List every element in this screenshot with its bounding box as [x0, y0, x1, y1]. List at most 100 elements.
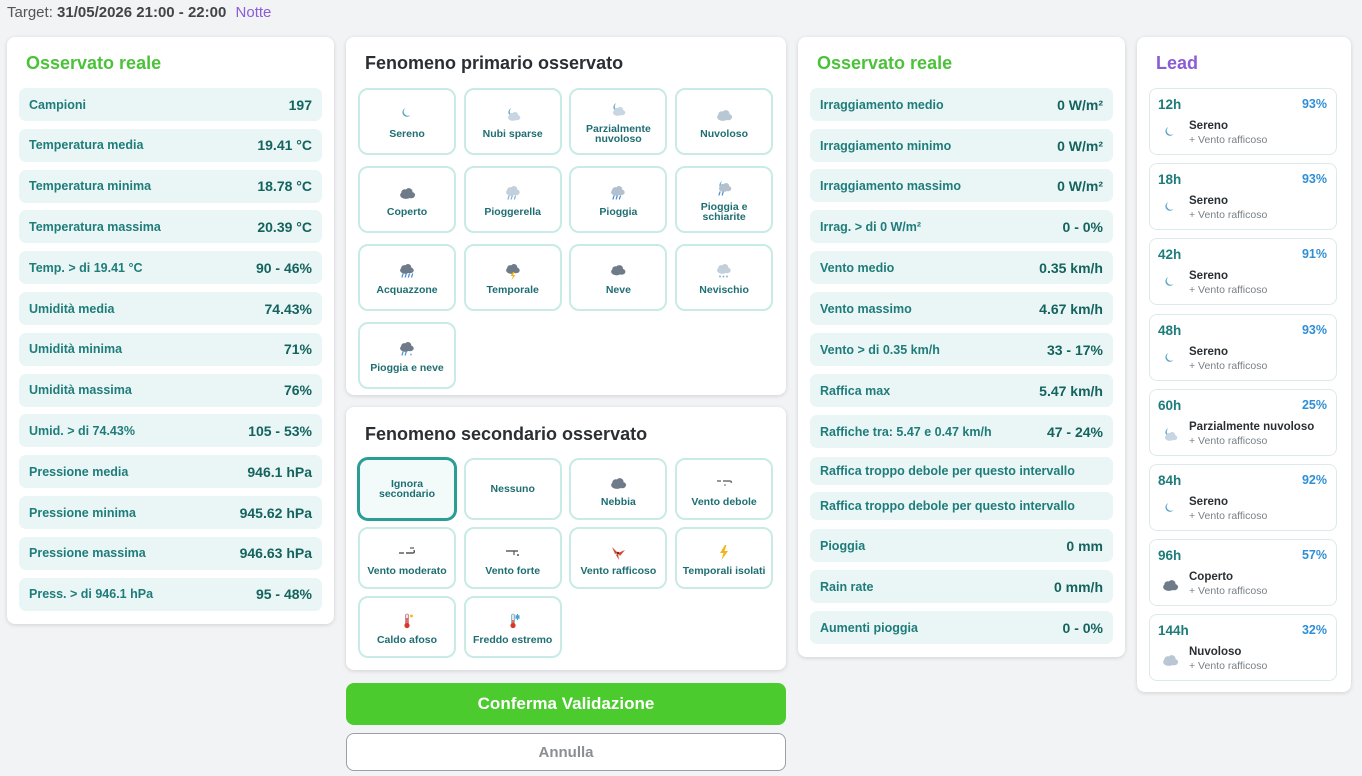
- fog-icon: [607, 472, 629, 494]
- phenomenon-tile-parzialmente-nuvoloso[interactable]: Parzialmente nuvoloso: [569, 88, 668, 155]
- lead-probability: 93%: [1301, 172, 1327, 187]
- lead-secondary: + Vento rafficoso: [1189, 284, 1268, 297]
- phenomenon-tile-pioggia-e-schiarite[interactable]: Pioggia e schiarite: [675, 166, 774, 233]
- stat-label: Pressione minima: [29, 505, 136, 520]
- lead-probability: 93%: [1301, 322, 1327, 337]
- stat-value: 0 - 0%: [1062, 619, 1103, 636]
- phenomenon-tile-sereno[interactable]: Sereno: [358, 88, 456, 155]
- lead-phenomenon: Sereno: [1189, 120, 1228, 132]
- phenomenon-tile-nevischio[interactable]: Nevischio: [675, 244, 774, 311]
- stat-row-irraggiamento-massimo: Irraggiamento massimo 0 W/m²: [810, 169, 1113, 202]
- phenomenon-tile-label: Vento moderato: [367, 564, 447, 577]
- stat-row-temp-di-19-41-c: Temp. > di 19.41 °C 90 - 46%: [19, 251, 322, 285]
- stat-label: Temperatura massima: [29, 219, 161, 234]
- phenomenon-tile-ignora-secondario[interactable]: Ignora secondario: [358, 458, 456, 520]
- phenomenon-tile-neve[interactable]: Neve: [569, 244, 668, 311]
- lead-probability: 93%: [1301, 97, 1327, 111]
- stat-label: Irraggiamento medio: [820, 97, 944, 112]
- lead-card: Lead 12h 93% Sereno + Vento rafficoso 18h 93%…: [1137, 37, 1351, 692]
- phenomenon-tile-pioggerella[interactable]: Pioggerella: [463, 166, 562, 233]
- stat-value: 95 - 48%: [255, 586, 312, 603]
- target-label: Target:: [7, 4, 53, 21]
- cloud-icon: [713, 104, 735, 126]
- sleet-icon: [713, 260, 735, 282]
- phenomenon-tile-label: Pioggerella: [484, 206, 541, 218]
- lead-item-96h: 96h 57% Coperto + Vento rafficoso: [1149, 539, 1337, 607]
- stat-value: 197: [288, 96, 312, 113]
- target-line: Target: 31/05/2026 21:00 - 22:00 Notte: [7, 4, 271, 21]
- phenomenon-tile-label: Ignora secondario: [378, 478, 436, 500]
- phenomenon-tile-nebbia[interactable]: Nebbia: [569, 458, 668, 520]
- phenomenon-tile-nubi-sparse[interactable]: Nubi sparse: [463, 88, 562, 155]
- phenomenon-tile-vento-rafficoso[interactable]: Vento rafficoso: [569, 527, 668, 589]
- lead-item-12h: 12h 93% Sereno + Vento rafficoso: [1149, 88, 1337, 155]
- phenomenon-tile-pioggia-e-neve[interactable]: Pioggia e neve: [358, 322, 456, 389]
- phenomenon-tile-vento-forte[interactable]: Vento forte: [463, 527, 562, 589]
- phenomenon-tile-vento-moderato[interactable]: Vento moderato: [358, 527, 456, 589]
- confirm-validation-button[interactable]: Conferma Validazione: [346, 683, 786, 725]
- stat-row-vento-medio: Vento medio 0.35 km/h: [810, 251, 1113, 284]
- lead-hours: 42h: [1158, 247, 1182, 263]
- stat-value: 47 - 24%: [1046, 423, 1103, 440]
- cloud-icon: [1160, 652, 1180, 668]
- stat-label: Umid. > di 74.43%: [29, 423, 135, 438]
- phenomenon-tile-freddo-estremo[interactable]: Freddo estremo: [463, 596, 562, 658]
- lead-phenomenon: Coperto: [1189, 571, 1234, 584]
- stat-row-pressione-media: Pressione media 946.1 hPa: [19, 455, 322, 489]
- stat-label: Press. > di 946.1 hPa: [29, 587, 154, 602]
- cancel-button[interactable]: Annulla: [346, 733, 786, 771]
- thunderstorm-icon: [502, 260, 524, 282]
- stat-label: Vento massimo: [820, 301, 912, 316]
- phenomenon-tile-caldo-afoso[interactable]: Caldo afoso: [358, 596, 456, 658]
- phenomenon-tile-temporale[interactable]: Temporale: [463, 244, 562, 311]
- phenomenon-tile-pioggia[interactable]: Pioggia: [569, 166, 668, 233]
- stat-value: 0 W/m²: [1057, 137, 1103, 154]
- stat-label: Temperatura minima: [29, 179, 152, 194]
- lead-item-18h: 18h 93% Sereno + Vento rafficoso: [1149, 163, 1337, 231]
- stat-label: Raffiche tra: 5.47 e 0.47 km/h: [820, 424, 992, 439]
- stat-value: 33 - 17%: [1046, 341, 1103, 358]
- phenomenon-tile-nuvoloso[interactable]: Nuvoloso: [675, 88, 774, 155]
- stat-label: Pressione media: [29, 464, 129, 479]
- heavy-rain-icon: [396, 260, 418, 282]
- stat-row-irraggiamento-minimo: Irraggiamento minimo 0 W/m²: [810, 129, 1113, 162]
- stat-value: 0 mm/h: [1053, 578, 1103, 595]
- stat-label: Vento medio: [820, 260, 895, 275]
- stat-label: Umidità massima: [29, 383, 132, 398]
- stat-value: 5.47 km/h: [1039, 382, 1103, 399]
- stat-label: Raffica max: [820, 383, 891, 398]
- lead-secondary: + Vento rafficoso: [1189, 585, 1268, 598]
- lead-secondary: + Vento rafficoso: [1189, 134, 1268, 146]
- dark-cloud-icon: [1160, 577, 1180, 593]
- stat-row-raffica-troppo-debole-per-questo-intervallo: Raffica troppo debole per questo interva…: [810, 457, 1113, 485]
- rain-snow-icon: [396, 338, 418, 360]
- lead-hours: 48h: [1158, 322, 1182, 338]
- phenomenon-tile-temporali-isolati[interactable]: Temporali isolati: [675, 527, 774, 589]
- moon-icon: [1160, 126, 1180, 142]
- stat-label: Vento > di 0.35 km/h: [820, 342, 940, 357]
- moon-cloud-icon: [607, 99, 629, 121]
- lead-phenomenon: Nuvoloso: [1189, 646, 1242, 659]
- stat-label: Raffica troppo debole per questo interva…: [820, 499, 1075, 513]
- lead-probability: 92%: [1301, 473, 1327, 487]
- phenomenon-tile-label: Temporali isolati: [682, 564, 766, 577]
- stat-row-aumenti-pioggia: Aumenti pioggia 0 - 0%: [810, 611, 1113, 644]
- stat-label: Rain rate: [820, 579, 874, 594]
- lead-phenomenon: Sereno: [1189, 496, 1228, 508]
- moon-icon: [1160, 502, 1180, 518]
- phenomenon-tile-acquazzone[interactable]: Acquazzone: [358, 244, 456, 311]
- stat-value: 76%: [283, 382, 312, 399]
- lead-item-48h: 48h 93% Sereno + Vento rafficoso: [1149, 313, 1337, 381]
- primary-phenomenon-title: Fenomeno primario osservato: [365, 53, 624, 73]
- stat-label: Irraggiamento massimo: [820, 178, 962, 193]
- phenomenon-tile-coperto[interactable]: Coperto: [358, 166, 456, 233]
- phenomenon-tile-vento-debole[interactable]: Vento debole: [675, 458, 774, 520]
- stat-row-raffica-max: Raffica max 5.47 km/h: [810, 374, 1113, 407]
- phenomenon-tile-nessuno[interactable]: Nessuno: [463, 458, 562, 520]
- wind-strong-icon: [502, 541, 524, 563]
- stat-value: 0 mm: [1066, 537, 1103, 554]
- moon-cloud-icon: [502, 104, 524, 126]
- stat-value: 18.78 °C: [257, 178, 312, 195]
- secondary-phenomenon-title: Fenomeno secondario osservato: [365, 424, 648, 444]
- phenomenon-tile-label: Neve: [605, 284, 631, 296]
